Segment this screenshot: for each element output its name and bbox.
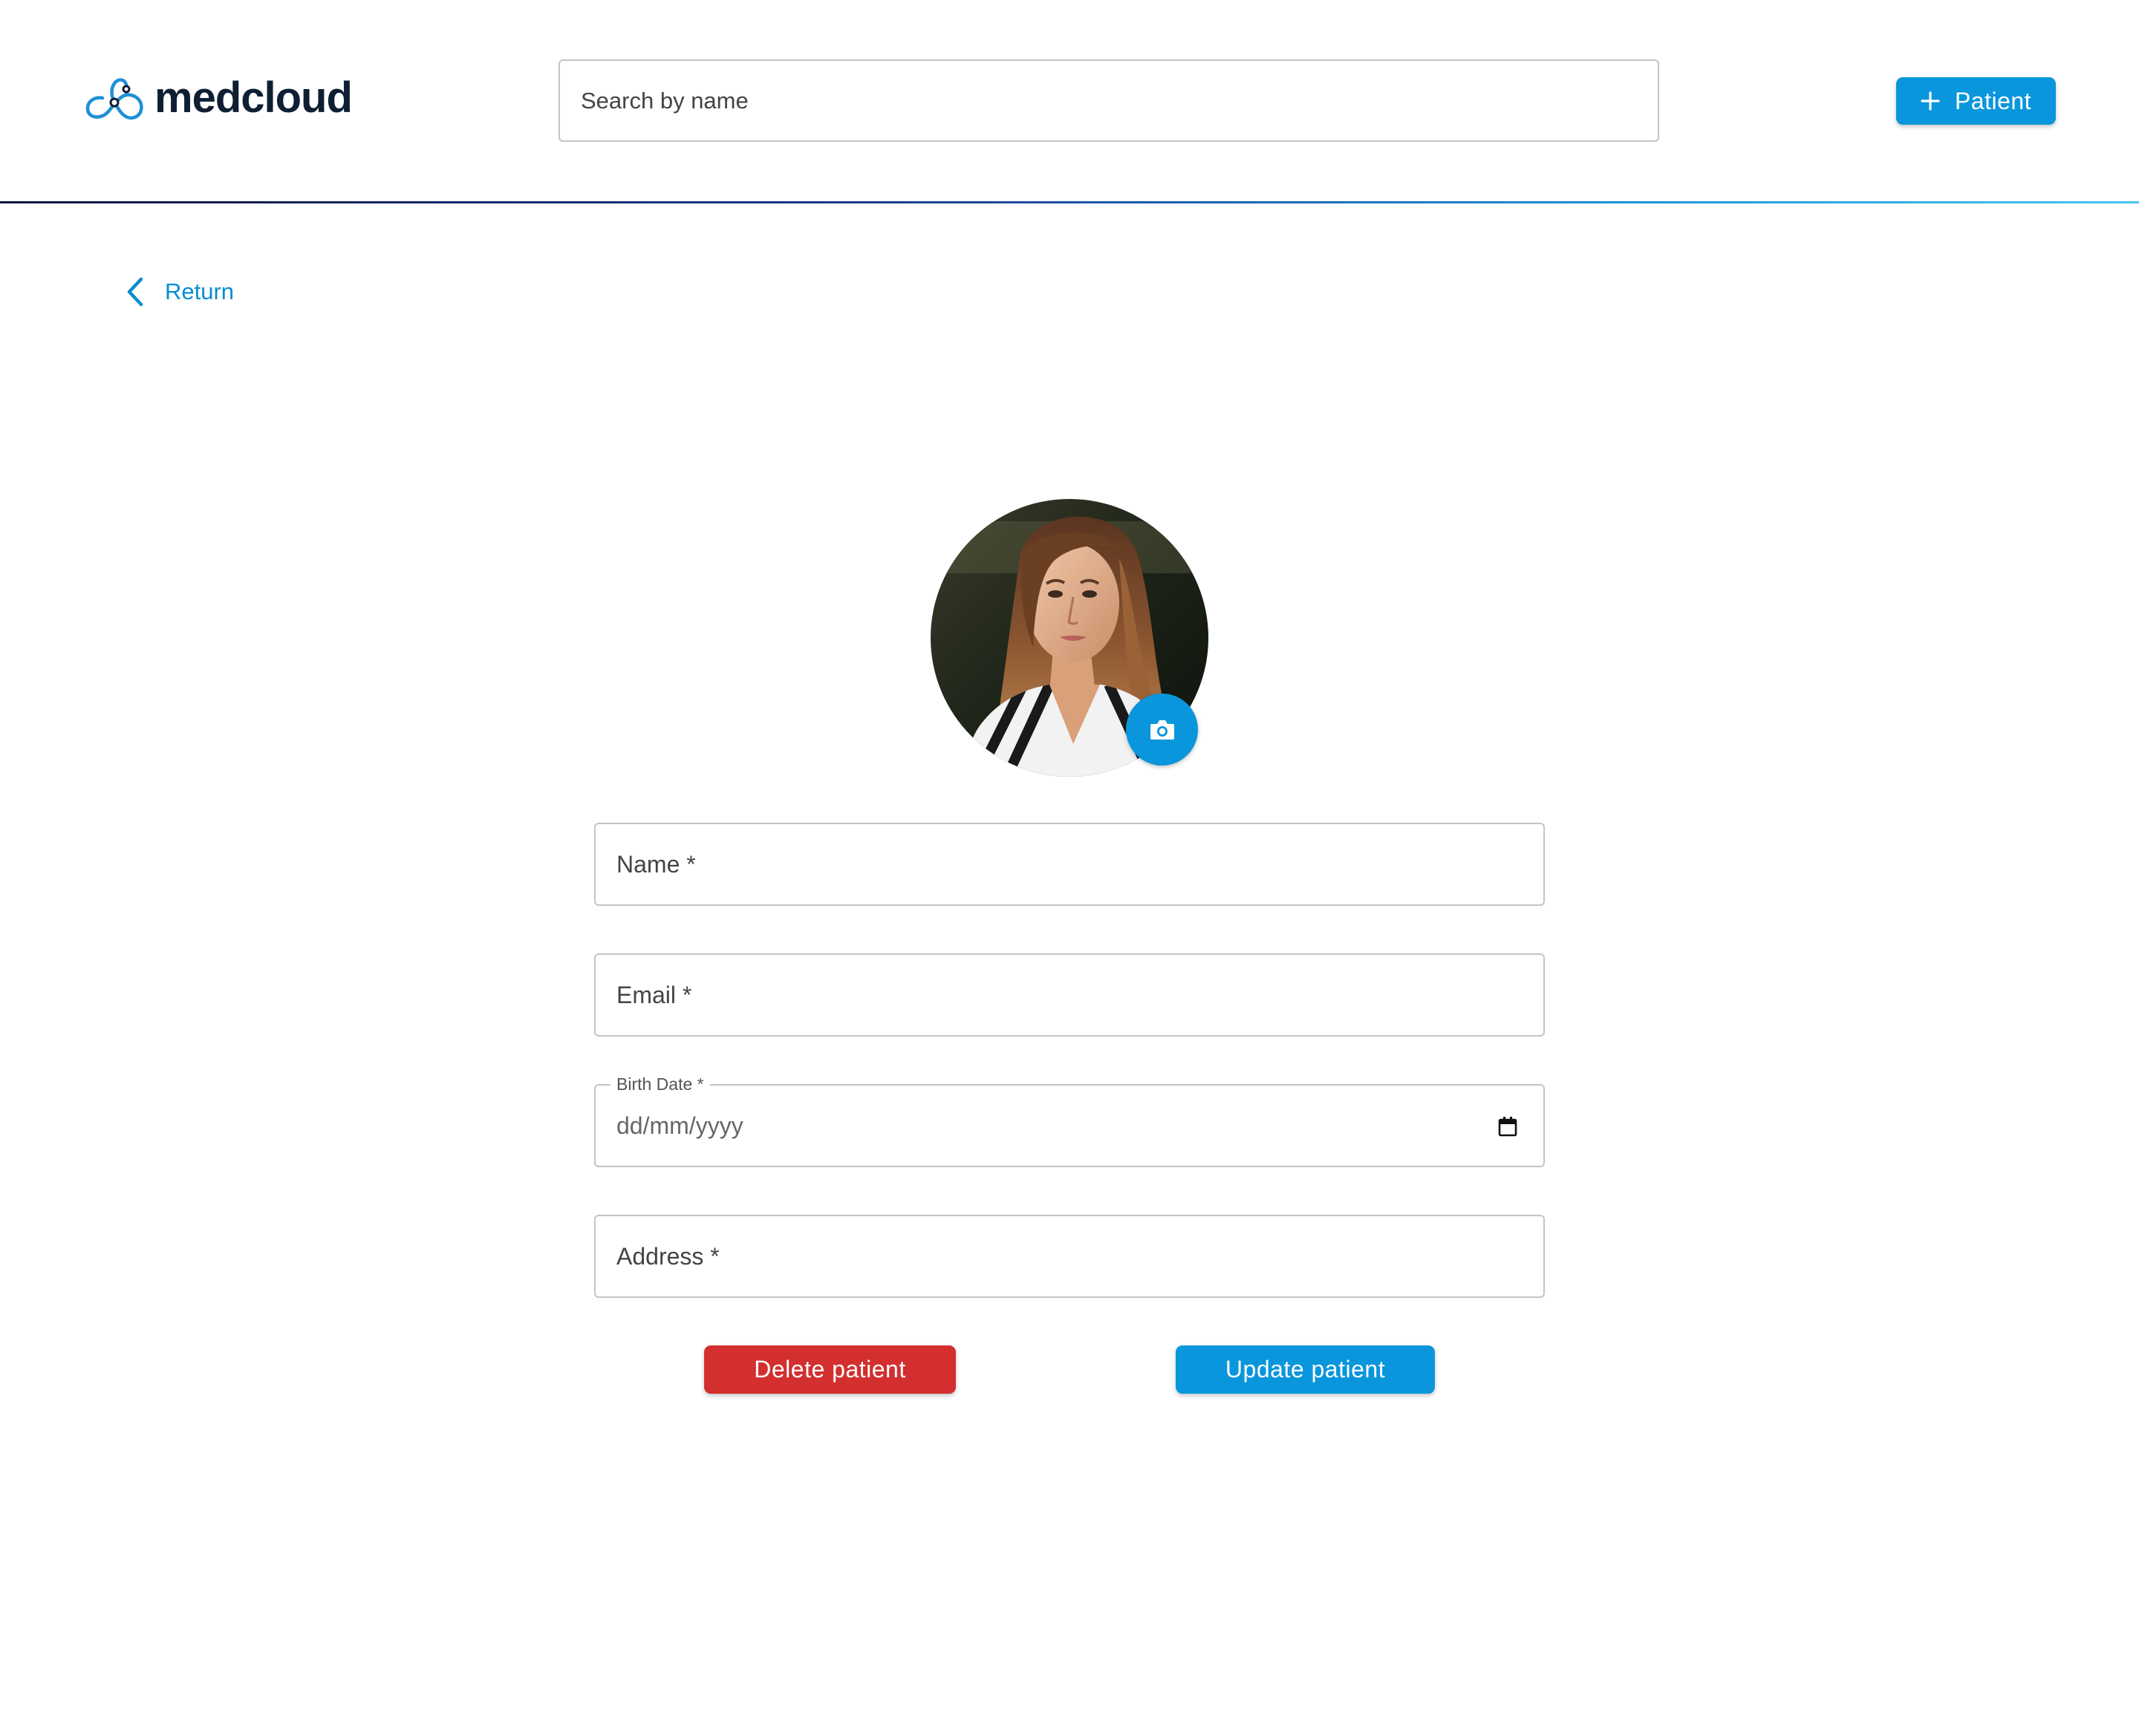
search-box[interactable]: [559, 59, 1659, 142]
name-field[interactable]: [594, 823, 1545, 906]
upload-photo-button[interactable]: [1126, 694, 1198, 766]
camera-icon: [1150, 719, 1174, 740]
birth-date-field[interactable]: Birth Date * dd/mm/yyyy: [594, 1073, 1545, 1167]
email-input[interactable]: [596, 955, 1543, 1035]
medcloud-logo[interactable]: medcloud: [82, 73, 353, 123]
plus-icon: [1921, 91, 1940, 111]
return-link[interactable]: Return: [123, 276, 234, 307]
top-bar: medcloud Patient: [0, 0, 2139, 202]
header-divider: [0, 201, 2139, 203]
search-input[interactable]: [560, 61, 1658, 140]
update-patient-button[interactable]: Update patient: [1176, 1345, 1435, 1394]
calendar-icon[interactable]: [1497, 1115, 1518, 1138]
return-label: Return: [165, 278, 235, 304]
delete-patient-button[interactable]: Delete patient: [704, 1345, 956, 1394]
email-field[interactable]: [594, 953, 1545, 1037]
name-input[interactable]: [596, 824, 1543, 904]
cloud-link-logo-icon: [85, 78, 143, 120]
add-patient-button[interactable]: Patient: [1896, 77, 2056, 125]
address-input[interactable]: [596, 1216, 1543, 1296]
chevron-left-icon: [127, 277, 143, 307]
address-field[interactable]: [594, 1215, 1545, 1298]
logo-wordmark: medcloud: [154, 74, 353, 122]
birth-date-input[interactable]: dd/mm/yyyy: [616, 1086, 743, 1166]
add-patient-label: Patient: [1954, 87, 2032, 114]
